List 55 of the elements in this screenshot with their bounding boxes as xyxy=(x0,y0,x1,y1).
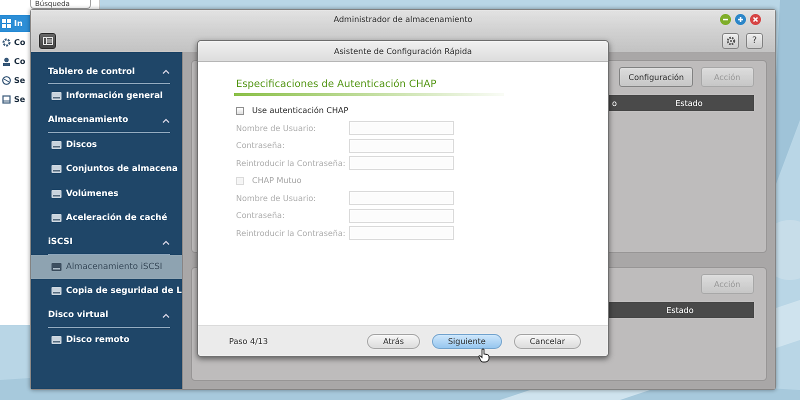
drive-icon xyxy=(51,213,62,224)
drive-icon xyxy=(51,164,62,174)
drive-icon xyxy=(51,262,62,272)
person-icon xyxy=(2,57,11,66)
section-header[interactable]: Almacenamiento xyxy=(48,108,170,132)
menu-item[interactable]: Se xyxy=(0,72,30,89)
column-header: Estado xyxy=(665,306,695,314)
toolbar-button[interactable]: Configuración xyxy=(619,67,693,87)
sidebar-item[interactable]: Discos xyxy=(31,132,182,157)
section-header[interactable]: Tablero de control xyxy=(48,60,170,84)
close-icon xyxy=(750,14,761,25)
dialog-title: Asistente de Configuración Rápida xyxy=(198,41,608,62)
menu-item[interactable]: Co xyxy=(0,53,30,70)
menu-item[interactable]: In xyxy=(0,15,30,32)
field-label: Nombre de Usuario: xyxy=(236,194,317,203)
sidebar-toggle-button[interactable] xyxy=(39,32,56,48)
sidebar-item[interactable]: Aceleración de caché xyxy=(31,206,182,230)
help-button[interactable]: ? xyxy=(746,32,763,48)
section-header[interactable]: Disco virtual xyxy=(48,304,170,328)
drive-icon xyxy=(2,95,11,104)
drive-icon xyxy=(51,286,62,296)
field-label: Contraseña: xyxy=(236,141,286,150)
sidebar-item[interactable]: Volúmenes xyxy=(31,182,182,206)
drive-icon xyxy=(51,140,62,150)
drive-icon xyxy=(51,334,62,345)
checkbox[interactable] xyxy=(236,106,244,115)
gear-icon xyxy=(2,38,11,47)
sidebar-item[interactable]: Copia de seguridad de L xyxy=(31,279,182,304)
window-title: Administrador de almacenamiento xyxy=(334,15,472,24)
sidebar-item[interactable]: Información general xyxy=(31,84,182,108)
field-label: Nombre de Usuario: xyxy=(236,124,317,133)
gear-icon xyxy=(726,36,736,46)
step-counter: Paso 4/13 xyxy=(229,336,268,346)
dialog-button[interactable]: Siguiente xyxy=(432,334,502,348)
drive-icon xyxy=(51,91,62,102)
settings-button[interactable] xyxy=(722,32,739,48)
panel-icon xyxy=(42,36,52,44)
column-header: Estado xyxy=(674,98,704,108)
dialog-button[interactable]: Atrás xyxy=(367,334,420,348)
drive-icon xyxy=(51,188,62,199)
field-label: Reintroducir la Contraseña: xyxy=(236,158,346,168)
section-heading: Especificaciones de Autenticación CHAP xyxy=(236,79,438,90)
column-header: o xyxy=(611,98,618,108)
dialog-button[interactable]: Cancelar xyxy=(514,334,581,348)
field-label: Contraseña: xyxy=(236,211,286,220)
sidebar-item[interactable]: Conjuntos de almacena xyxy=(31,157,182,182)
grid-icon xyxy=(2,19,11,28)
minimize-icon xyxy=(720,14,731,25)
field-label: Reintroducir la Contraseña: xyxy=(236,228,346,238)
sidebar-item[interactable]: Disco remoto xyxy=(31,328,182,352)
checkbox-label: Use autenticación CHAP xyxy=(252,106,348,116)
maximize-icon xyxy=(735,14,746,25)
menu-item[interactable]: Se xyxy=(0,91,30,108)
menu-item[interactable]: Co xyxy=(0,34,30,51)
checkbox-label: CHAP Mutuo xyxy=(252,176,302,186)
